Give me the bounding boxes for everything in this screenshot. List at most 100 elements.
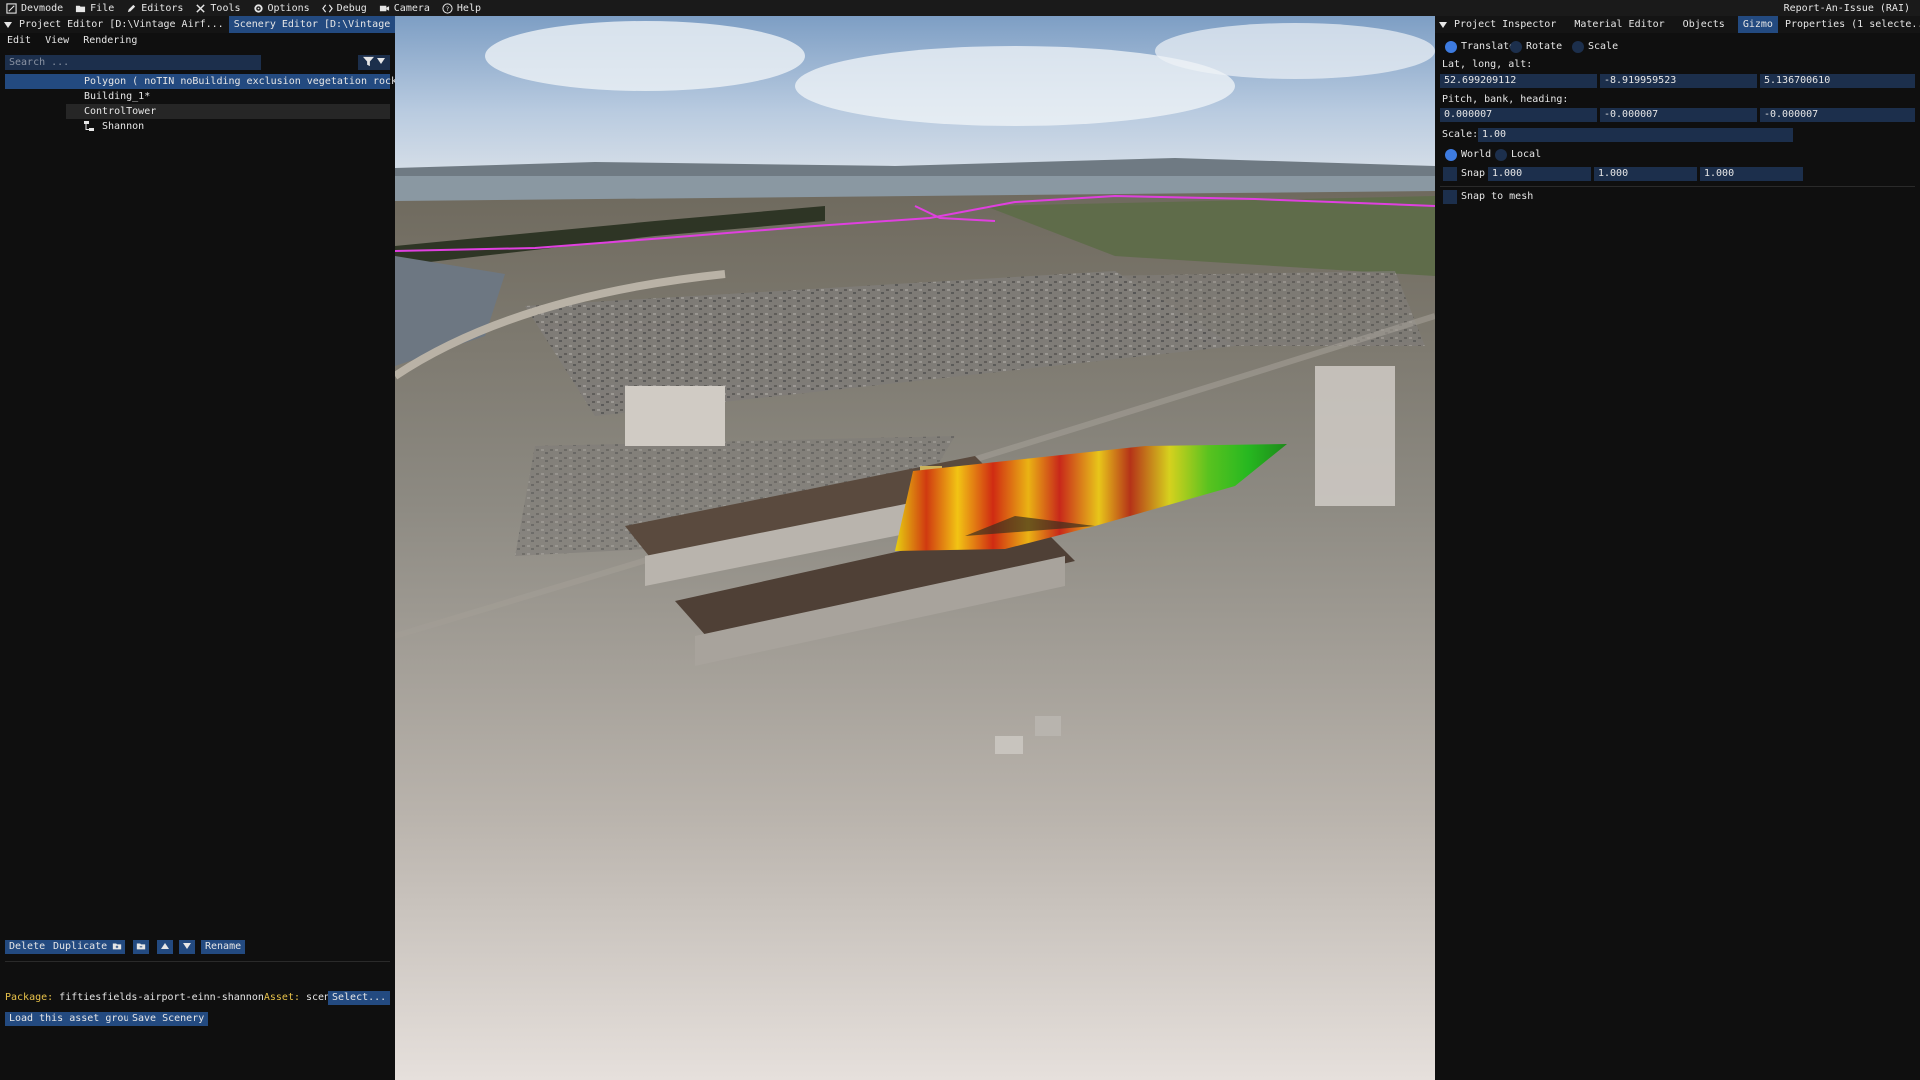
rotate-label: Rotate bbox=[1526, 41, 1563, 52]
world-label: World bbox=[1461, 149, 1492, 160]
tree-item-label: Building_1* bbox=[84, 91, 151, 102]
duplicate-button[interactable]: Duplicate bbox=[49, 940, 112, 954]
radio-rotate[interactable] bbox=[1510, 41, 1522, 53]
snap-checkbox[interactable] bbox=[1443, 167, 1457, 181]
asset-key: Asset: bbox=[263, 992, 300, 1003]
scene-viewport[interactable] bbox=[395, 16, 1435, 1080]
tab-objects[interactable]: Objects bbox=[1678, 16, 1730, 33]
divider bbox=[5, 961, 390, 962]
svg-text:?: ? bbox=[446, 4, 449, 12]
menu-tools-label: Tools bbox=[210, 2, 241, 14]
scale-field[interactable]: 1.00 bbox=[1478, 128, 1793, 142]
submenu-rendering[interactable]: Rendering bbox=[76, 34, 144, 48]
package-key: Package: bbox=[5, 992, 54, 1003]
snap-z-field[interactable]: 1.000 bbox=[1700, 167, 1803, 181]
menu-file-label: File bbox=[90, 2, 115, 14]
move-up-button[interactable] bbox=[157, 940, 173, 954]
latitude-field[interactable]: 52.699209112 bbox=[1440, 74, 1597, 88]
scale-mode-label: Scale bbox=[1588, 41, 1619, 52]
collapse-triangle-icon[interactable] bbox=[1439, 16, 1447, 33]
heading-field[interactable]: -0.000007 bbox=[1760, 108, 1915, 122]
menu-help-label: Help bbox=[456, 2, 481, 14]
radio-world[interactable] bbox=[1445, 149, 1457, 161]
menu-debug[interactable]: Debug bbox=[316, 0, 373, 16]
new-folder-button[interactable] bbox=[109, 940, 125, 954]
package-row: Package: fiftiesfields-airport-einn-shan… bbox=[5, 991, 348, 1005]
menu-camera-label: Camera bbox=[393, 2, 430, 14]
snap-to-mesh-label: Snap to mesh bbox=[1461, 191, 1534, 202]
submenu-view[interactable]: View bbox=[38, 34, 76, 48]
tree-item-label: ControlTower bbox=[84, 106, 157, 117]
longitude-field[interactable]: -8.919959523 bbox=[1600, 74, 1757, 88]
rename-button[interactable]: Rename bbox=[201, 940, 246, 954]
menu-options[interactable]: Options bbox=[247, 0, 316, 16]
scenery-submenu: Edit View Rendering bbox=[0, 34, 144, 48]
pitch-bank-heading-label: Pitch, bank, heading: bbox=[1442, 94, 1569, 105]
pitch-field[interactable]: 0.000007 bbox=[1440, 108, 1597, 122]
menu-camera[interactable]: Camera bbox=[373, 0, 436, 16]
tree-item-shannon[interactable]: Shannon bbox=[5, 119, 390, 134]
menu-tools[interactable]: Tools bbox=[189, 0, 246, 16]
load-asset-group-button[interactable]: Load this asset group bbox=[5, 1012, 140, 1026]
menu-devmode-label: Devmode bbox=[21, 2, 64, 14]
gear-icon bbox=[253, 3, 264, 14]
tree-item-controltower[interactable]: ControlTower bbox=[66, 104, 390, 119]
snap-x-field[interactable]: 1.000 bbox=[1488, 167, 1591, 181]
move-down-button[interactable] bbox=[179, 940, 195, 954]
filter-icon bbox=[363, 56, 374, 70]
devmode-icon bbox=[6, 2, 17, 14]
move-to-folder-button[interactable] bbox=[133, 940, 149, 954]
lat-long-alt-label: Lat, long, alt: bbox=[1442, 59, 1533, 70]
tab-properties[interactable]: Properties (1 selecte... bbox=[1780, 16, 1920, 33]
menu-debug-label: Debug bbox=[336, 2, 367, 14]
arrow-up-icon bbox=[160, 941, 170, 954]
camera-icon bbox=[379, 3, 390, 14]
report-issue-label: Report-An-Issue (RAI) bbox=[1783, 2, 1910, 14]
arrow-down-icon bbox=[182, 941, 192, 954]
dropdown-arrow-icon bbox=[377, 57, 385, 68]
tab-gizmo[interactable]: Gizmo bbox=[1737, 16, 1778, 33]
menu-help[interactable]: ? Help bbox=[436, 0, 487, 16]
menu-bar: Devmode File Editors Tools Options Debug… bbox=[0, 0, 1920, 16]
right-tab-bar: Project Inspector Material Editor Object… bbox=[1435, 16, 1920, 33]
tab-project-editor[interactable]: Project Editor [D:\Vintage Airf... bbox=[14, 16, 229, 33]
folder-icon bbox=[75, 3, 86, 14]
tab-project-inspector[interactable]: Project Inspector bbox=[1449, 16, 1561, 33]
local-label: Local bbox=[1511, 149, 1542, 160]
submenu-edit[interactable]: Edit bbox=[0, 34, 38, 48]
radio-translate[interactable] bbox=[1445, 41, 1457, 53]
collapse-triangle-icon[interactable] bbox=[4, 16, 12, 33]
tab-material-editor[interactable]: Material Editor bbox=[1569, 16, 1669, 33]
code-icon bbox=[321, 3, 333, 14]
save-scenery-button[interactable]: Save Scenery bbox=[128, 1012, 209, 1026]
bank-field[interactable]: -0.000007 bbox=[1600, 108, 1757, 122]
select-asset-button[interactable]: Select... bbox=[328, 991, 391, 1005]
scene-tree: Polygon ( noTIN noBuilding exclusion veg… bbox=[5, 74, 415, 134]
snap-to-mesh-checkbox[interactable] bbox=[1443, 190, 1457, 204]
radio-scale[interactable] bbox=[1572, 41, 1584, 53]
folder-plus-icon bbox=[112, 941, 122, 954]
tree-item-polygon[interactable]: Polygon ( noTIN noBuilding exclusion veg… bbox=[5, 74, 415, 89]
menu-editors[interactable]: Editors bbox=[120, 0, 189, 16]
divider bbox=[1440, 186, 1915, 187]
search-input[interactable] bbox=[5, 55, 261, 70]
menu-file[interactable]: File bbox=[69, 0, 120, 16]
scale-label: Scale: bbox=[1442, 129, 1479, 140]
menu-devmode[interactable]: Devmode bbox=[0, 0, 69, 16]
tree-item-label: Shannon bbox=[102, 121, 145, 132]
delete-button[interactable]: Delete bbox=[5, 940, 50, 954]
radio-local[interactable] bbox=[1495, 149, 1507, 161]
report-issue-menu[interactable]: Report-An-Issue (RAI) bbox=[1778, 0, 1920, 16]
altitude-field[interactable]: 5.136700610 bbox=[1760, 74, 1915, 88]
package-value: fiftiesfields-airport-einn-shannon bbox=[59, 992, 264, 1003]
folder-icon bbox=[136, 941, 146, 954]
tree-item-building[interactable]: Building_1* bbox=[5, 89, 390, 104]
pencil-icon bbox=[126, 3, 137, 14]
hierarchy-icon bbox=[83, 120, 95, 132]
filter-button[interactable] bbox=[358, 55, 390, 70]
left-tab-bar: Project Editor [D:\Vintage Airf... Scene… bbox=[0, 16, 448, 33]
tree-item-label: Polygon ( noTIN noBuilding exclusion veg… bbox=[84, 76, 416, 87]
menu-options-label: Options bbox=[267, 2, 310, 14]
snap-label: Snap bbox=[1461, 168, 1486, 179]
snap-y-field[interactable]: 1.000 bbox=[1594, 167, 1697, 181]
